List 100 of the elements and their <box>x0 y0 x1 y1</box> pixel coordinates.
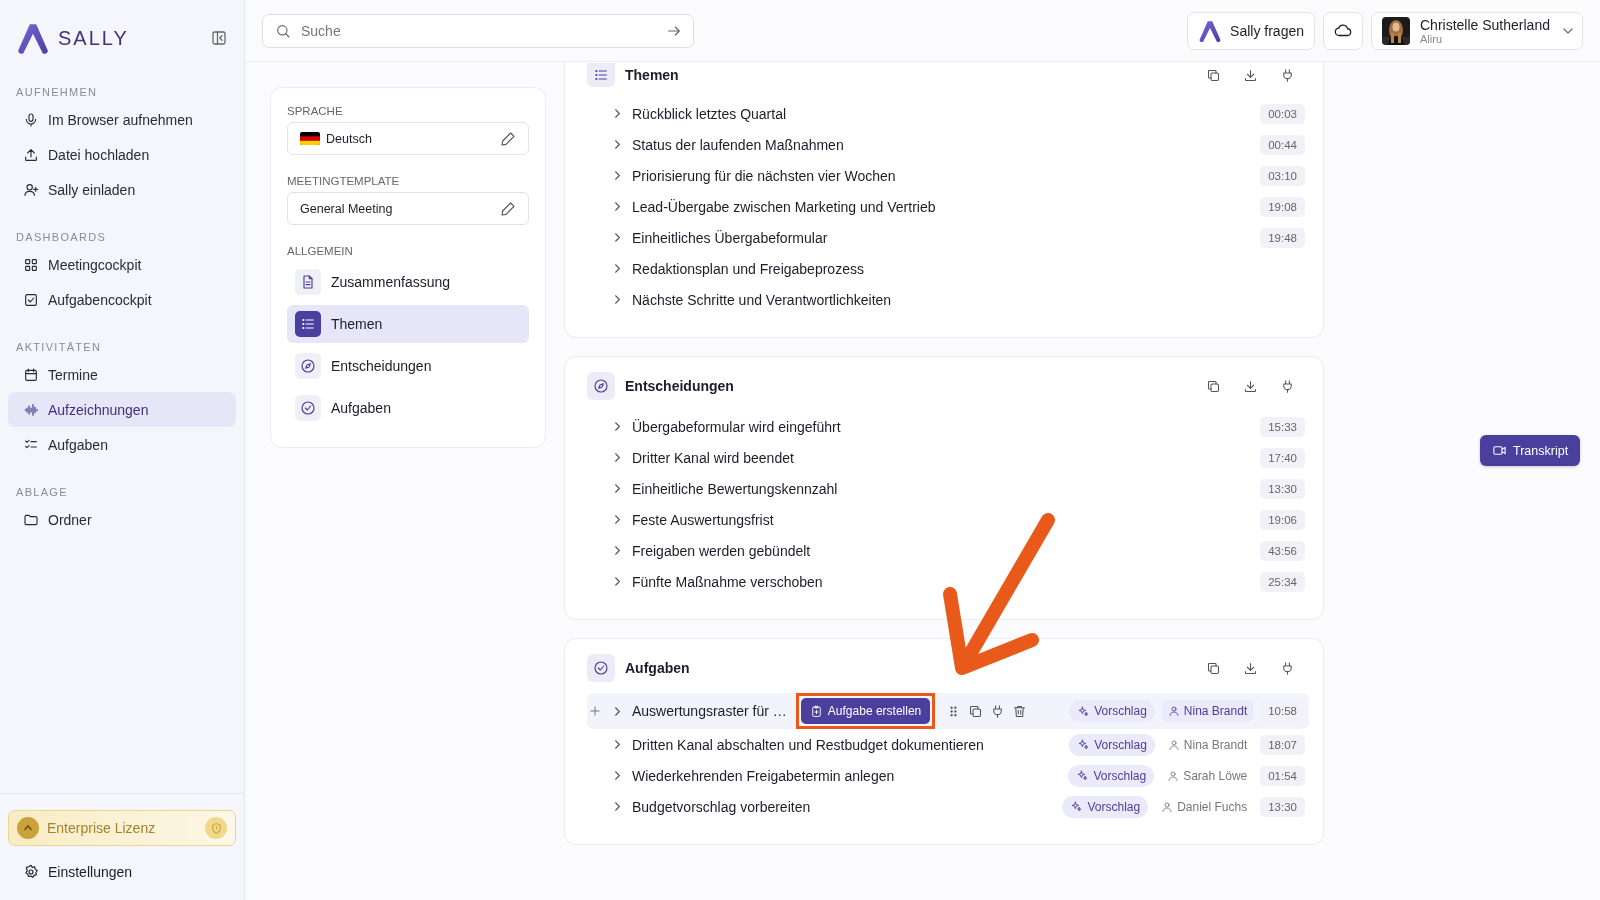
sparkle-icon <box>1077 704 1091 718</box>
topic-title: Status der laufenden Maßnahmen <box>632 136 844 153</box>
settings-item[interactable]: Einstellungen <box>8 854 236 890</box>
copy-icon <box>1206 660 1221 676</box>
suggestion-tag: Vorschlag <box>1068 764 1155 787</box>
list-row[interactable]: Einheitliches Übergabeformular 19:48 <box>587 222 1309 253</box>
waveform-icon <box>23 401 39 418</box>
timestamp-badge[interactable]: 17:40 <box>1260 447 1305 468</box>
list-row[interactable]: Feste Auswertungsfrist 19:06 <box>587 504 1309 535</box>
list-row[interactable]: Einheitliche Bewertungskennzahl 13:30 <box>587 473 1309 504</box>
section-nav-item[interactable]: Aufgaben <box>287 389 529 427</box>
video-icon <box>1492 443 1507 458</box>
topic-title: Rückblick letztes Quartal <box>632 105 787 122</box>
sidebar-item[interactable]: Sally einladen <box>8 172 236 207</box>
section-nav-item[interactable]: Zusammenfassung <box>287 263 529 301</box>
person-icon <box>1167 738 1180 751</box>
add-user-icon <box>23 181 39 198</box>
timestamp-badge[interactable]: 19:06 <box>1260 509 1305 530</box>
download-icon <box>1243 378 1258 394</box>
topic-title: Nächste Schritte und Verantwortlichkeiten <box>632 291 892 308</box>
list-row[interactable]: Priorisierung für die nächsten vier Wochen 03:10 <box>587 160 1309 191</box>
task-row[interactable]: Wiederkehrenden Freigabetermin anlegen Vorschlag Sarah Löwe 01:54 <box>587 760 1309 791</box>
assignee-label: Sarah Löwe <box>1161 764 1254 787</box>
document-icon <box>300 274 316 290</box>
plug-icon <box>1280 67 1295 83</box>
sidebar-item[interactable]: Im Browser aufnehmen <box>8 102 236 137</box>
sparkle-icon <box>1070 800 1084 813</box>
field-label: ALLGEMEIN <box>287 245 354 257</box>
list-row[interactable]: Fünfte Maßnahme verschoben 25:34 <box>587 566 1309 597</box>
timestamp-badge[interactable]: 43:56 <box>1260 540 1305 561</box>
check-circle-icon <box>300 400 316 416</box>
list-row[interactable]: Freigaben werden gebündelt 43:56 <box>587 535 1309 566</box>
transcript-button[interactable]: Transkript <box>1480 435 1581 466</box>
timestamp-badge[interactable]: 13:30 <box>1260 796 1305 817</box>
sidebar-item[interactable]: Aufzeichnungen <box>8 392 236 427</box>
timestamp-badge[interactable]: 01:54 <box>1260 765 1305 786</box>
topic-title: Priorisierung für die nächsten vier Wochen <box>632 167 896 184</box>
list-row[interactable]: Dritter Kanal wird beendet 17:40 <box>587 442 1309 473</box>
list-row[interactable]: Status der laufenden Maßnahmen 00:44 <box>587 129 1309 160</box>
section-label: ABLAGE <box>15 486 69 498</box>
card-title: Themen <box>625 67 680 83</box>
task-title: Wiederkehrenden Freigabetermin anlegen <box>632 767 895 784</box>
copy-icon <box>1206 67 1221 83</box>
timestamp-badge[interactable]: 18:07 <box>1260 734 1305 755</box>
person-icon <box>1167 769 1180 782</box>
card-title: Aufgaben <box>625 660 691 676</box>
timestamp-badge[interactable]: 25:34 <box>1260 571 1305 592</box>
pencil-icon <box>500 130 516 147</box>
timestamp-badge[interactable]: 19:08 <box>1260 196 1305 217</box>
section-nav-item[interactable]: Themen <box>287 305 529 343</box>
timestamp-badge[interactable]: 15:33 <box>1260 416 1305 437</box>
language-field[interactable]: Deutsch <box>287 122 529 155</box>
sidebar-item[interactable]: Aufgaben <box>8 427 236 462</box>
search-field[interactable]: Suche <box>262 13 694 48</box>
topic-title: Redaktionsplan und Freigabeprozess <box>632 260 864 277</box>
sparkle-icon <box>1076 769 1090 782</box>
assignee-label: Daniel Fuchs <box>1155 795 1254 818</box>
section-nav-item[interactable]: Entscheidungen <box>287 347 529 385</box>
sidebar-item[interactable]: Termine <box>8 357 236 392</box>
list-row[interactable]: Rückblick letztes Quartal 00:03 <box>587 98 1309 129</box>
list-row[interactable]: Nächste Schritte und Verantwortlichkeiten <box>587 284 1309 315</box>
list-row[interactable]: Redaktionsplan und Freigabeprozess <box>587 253 1309 284</box>
suggestion-tag: Vorschlag <box>1069 700 1155 722</box>
section-label: AUFNEHMEN <box>15 86 99 98</box>
list-row[interactable]: Lead-Übergabe zwischen Marketing und Vertrieb 19:08 <box>587 191 1309 222</box>
timestamp-badge[interactable]: 13:30 <box>1260 478 1305 499</box>
timestamp-badge[interactable]: 10:58 <box>1260 701 1305 721</box>
sidebar-item[interactable]: Meetingcockpit <box>8 247 236 282</box>
task-row[interactable]: Dritten Kanal abschalten und Restbudget dokumentieren Vorschlag Nina Brandt 18:07 <box>587 729 1309 760</box>
sidebar-item[interactable]: Ordner <box>8 502 236 537</box>
timestamp-badge[interactable]: 03:10 <box>1260 165 1305 186</box>
timestamp-badge[interactable]: 00:44 <box>1260 134 1305 155</box>
brand-name: SALLY <box>58 26 130 50</box>
sidebar-item[interactable]: Aufgabencockpit <box>8 282 236 317</box>
collapse-sidebar-button[interactable] <box>210 29 228 47</box>
timestamp-badge[interactable]: 00:03 <box>1260 103 1305 124</box>
topic-title: Lead-Übergabe zwischen Marketing und Vertrieb <box>632 198 936 215</box>
user-menu[interactable]: Christelle Sutherland Aliru <box>1371 11 1583 50</box>
suggestion-tag: Vorschlag <box>1062 795 1149 818</box>
plug-icon <box>1280 378 1295 394</box>
create-task-button[interactable]: Aufgabe erstellen <box>800 698 931 724</box>
compass-icon <box>593 378 609 394</box>
task-row[interactable]: Auswertungsraster für … Aufgabe erstellen Vorschlag Nina Brandt 10:58 <box>587 693 1309 729</box>
cloud-button[interactable] <box>1323 11 1363 50</box>
decision-title: Dritter Kanal wird beendet <box>632 449 794 466</box>
download-icon <box>1243 67 1258 83</box>
sidebar-item[interactable]: Datei hochladen <box>8 137 236 172</box>
topic-title: Einheitliches Übergabeformular <box>632 229 828 246</box>
task-row[interactable]: Budgetvorschlag vorbereiten Vorschlag Daniel Fuchs 13:30 <box>587 791 1309 822</box>
task-title: Dritten Kanal abschalten und Restbudget dokumentieren <box>632 736 984 753</box>
timestamp-badge[interactable]: 19:48 <box>1260 227 1305 248</box>
microphone-icon <box>23 111 39 128</box>
ask-sally-button[interactable]: Sally fragen <box>1187 11 1315 50</box>
checkbox-icon <box>23 291 39 308</box>
assignee-label: Nina Brandt <box>1161 700 1254 722</box>
decision-title: Übergabeformular wird eingeführt <box>632 418 841 435</box>
template-field[interactable]: General Meeting <box>287 192 529 225</box>
settings-icon <box>23 864 39 880</box>
decision-title: Feste Auswertungsfrist <box>632 511 774 528</box>
list-row[interactable]: Übergabeformular wird eingeführt 15:33 <box>587 411 1309 442</box>
